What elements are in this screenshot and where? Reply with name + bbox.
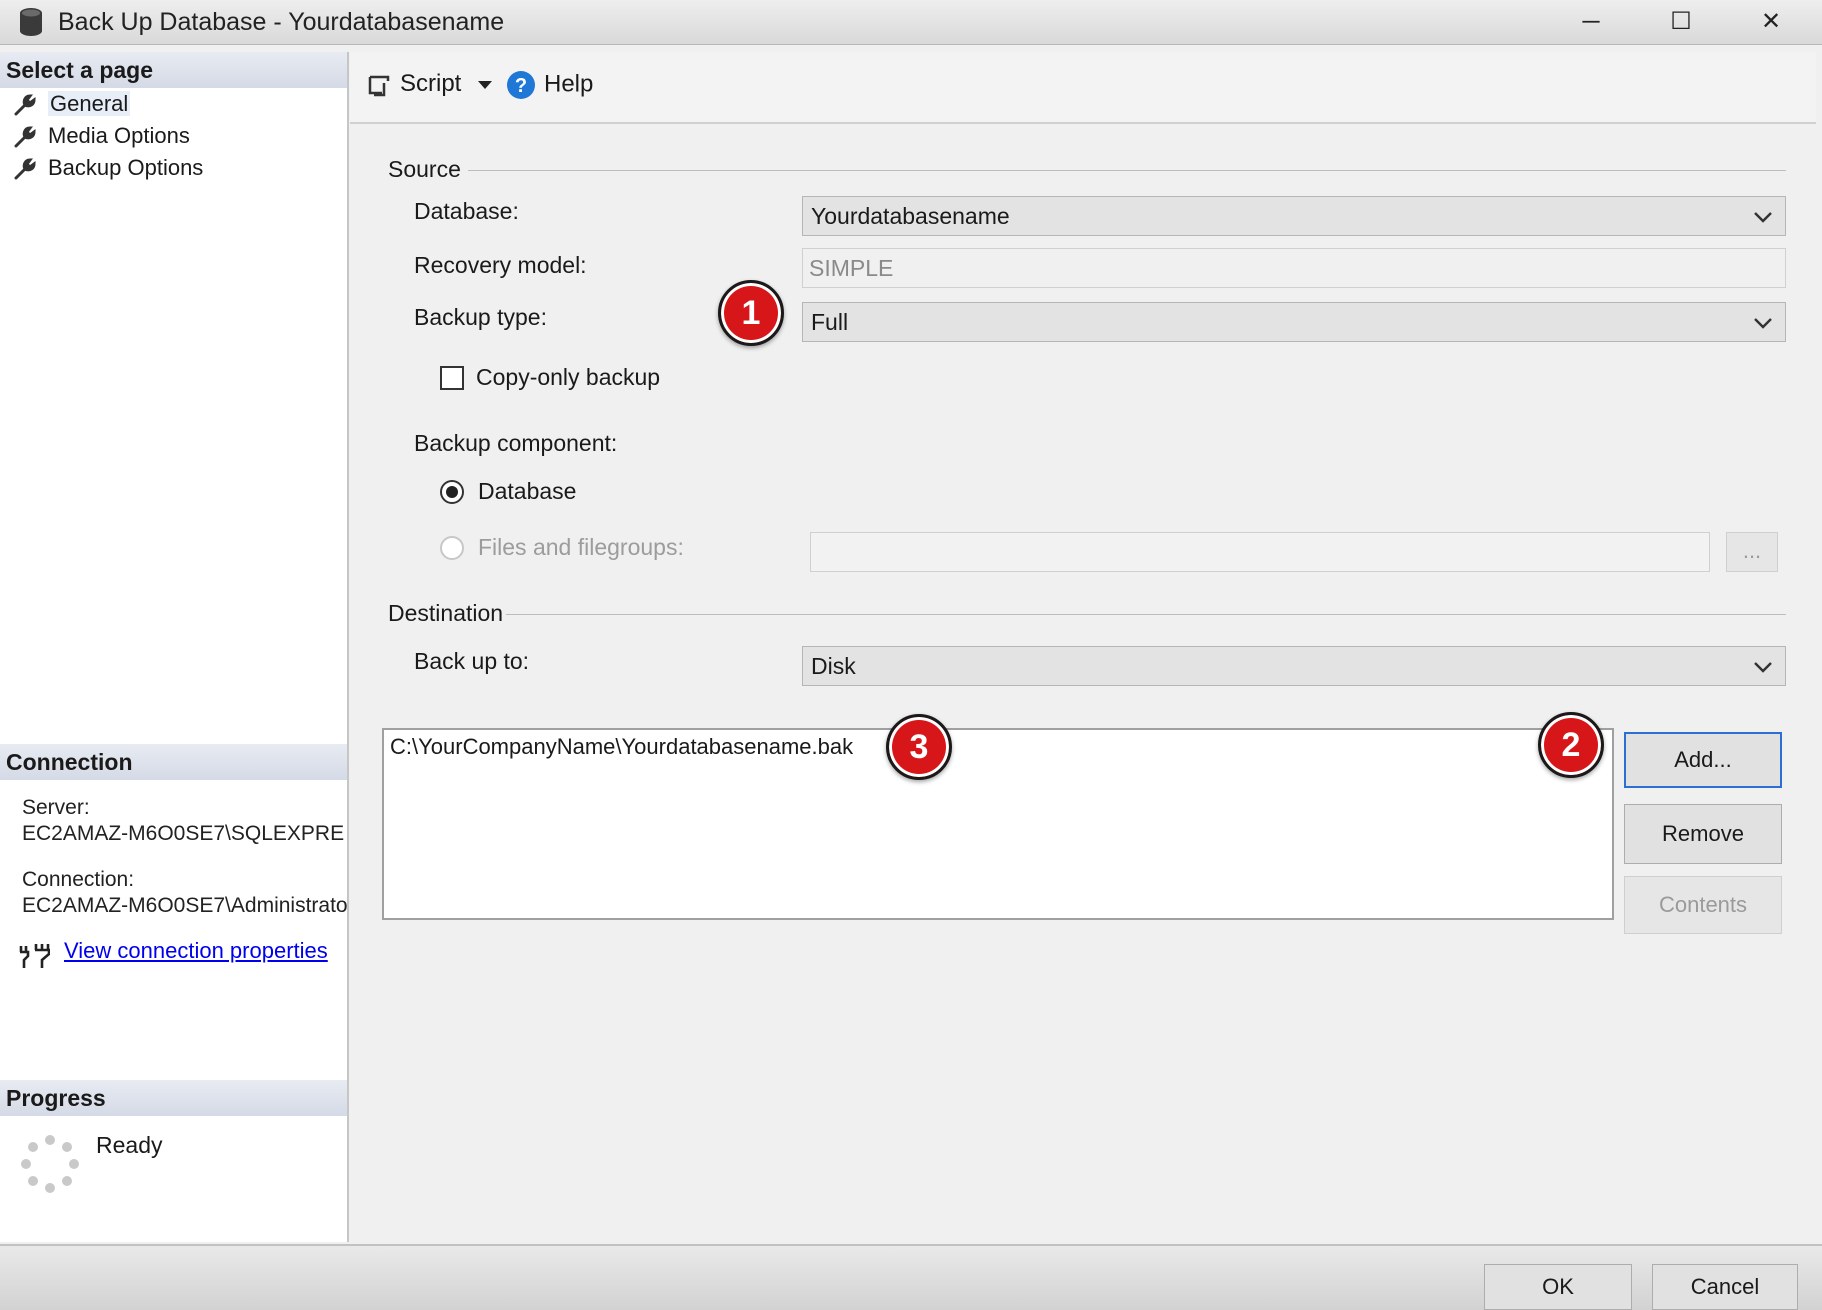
wrench-icon bbox=[14, 158, 36, 180]
database-label: Database: bbox=[414, 198, 519, 224]
cancel-button[interactable]: Cancel bbox=[1652, 1264, 1798, 1310]
annotation-marker-2: 2 bbox=[1538, 712, 1604, 778]
help-label: Help bbox=[544, 70, 594, 98]
backup-type-select-value: Full bbox=[811, 309, 849, 335]
source-group-label: Source bbox=[388, 156, 461, 182]
wrench-icon bbox=[14, 94, 36, 116]
list-item[interactable]: C:\YourCompanyName\Yourdatabasename.bak bbox=[390, 734, 853, 760]
svg-text:?: ? bbox=[515, 75, 527, 97]
script-button[interactable]: Script bbox=[364, 70, 461, 99]
destination-group-line bbox=[506, 614, 1786, 615]
page-item-label: General bbox=[48, 91, 131, 116]
wrench-icon bbox=[14, 126, 36, 148]
select-page-header: Select a page bbox=[0, 52, 347, 88]
page-item-media-options[interactable]: Media Options bbox=[12, 120, 190, 152]
connection-label: Connection: bbox=[22, 868, 135, 891]
annotation-marker-3: 3 bbox=[886, 714, 952, 780]
back-up-to-label: Back up to: bbox=[414, 648, 530, 674]
back-up-to-select-value: Disk bbox=[811, 653, 856, 679]
page-item-general[interactable]: General bbox=[12, 88, 131, 120]
database-select[interactable]: Yourdatabasename bbox=[802, 196, 1786, 236]
dialog-footer: OK Cancel bbox=[0, 1244, 1822, 1310]
chevron-down-icon bbox=[1754, 662, 1772, 673]
connection-plug-icon bbox=[19, 944, 50, 968]
destination-list[interactable]: C:\YourCompanyName\Yourdatabasename.bak bbox=[382, 728, 1614, 920]
maximize-button[interactable]: ☐ bbox=[1646, 2, 1716, 42]
component-database-label: Database bbox=[478, 478, 577, 504]
remove-button[interactable]: Remove bbox=[1624, 804, 1782, 864]
source-group-line bbox=[468, 170, 1786, 171]
annotation-marker-1: 1 bbox=[718, 280, 784, 346]
add-button[interactable]: Add... bbox=[1624, 732, 1782, 788]
filegroups-browse-button[interactable]: ... bbox=[1726, 532, 1778, 572]
back-up-to-select[interactable]: Disk bbox=[802, 646, 1786, 686]
progress-status: Ready bbox=[96, 1132, 163, 1158]
database-select-value: Yourdatabasename bbox=[811, 203, 1010, 229]
connection-header: Connection bbox=[0, 744, 347, 780]
copy-only-label: Copy-only backup bbox=[476, 364, 661, 390]
ok-button[interactable]: OK bbox=[1484, 1264, 1632, 1310]
recovery-model-field: SIMPLE bbox=[802, 248, 1786, 288]
chevron-down-icon bbox=[1754, 318, 1772, 329]
left-pane: Select a page General Media Options Back… bbox=[0, 52, 349, 1242]
page-item-backup-options[interactable]: Backup Options bbox=[12, 152, 203, 184]
view-connection-properties-link[interactable]: View connection properties bbox=[64, 938, 328, 964]
component-database-radio[interactable] bbox=[440, 480, 464, 504]
chevron-down-icon bbox=[1754, 212, 1772, 223]
component-files-label: Files and filegroups: bbox=[478, 534, 684, 560]
server-label: Server: bbox=[22, 796, 90, 819]
spinner-icon bbox=[21, 1135, 79, 1193]
progress-header: Progress bbox=[0, 1080, 347, 1116]
help-button[interactable]: ? Help bbox=[506, 70, 593, 100]
toolbar: Script ? Help bbox=[350, 52, 1816, 124]
script-label: Script bbox=[400, 70, 462, 97]
minimize-button[interactable]: ─ bbox=[1556, 2, 1626, 42]
page-item-label: Media Options bbox=[48, 123, 190, 148]
destination-group-label: Destination bbox=[388, 600, 504, 626]
server-value: EC2AMAZ-M6O0SE7\SQLEXPRE bbox=[22, 822, 345, 845]
recovery-model-label: Recovery model: bbox=[414, 252, 587, 278]
backup-type-label: Backup type: bbox=[414, 304, 547, 330]
contents-button[interactable]: Contents bbox=[1624, 876, 1782, 934]
database-icon bbox=[20, 8, 42, 36]
copy-only-checkbox[interactable] bbox=[440, 366, 464, 390]
page-item-label: Backup Options bbox=[48, 155, 204, 180]
title-bar: Back Up Database - Yourdatabasename ─ ☐ … bbox=[0, 0, 1822, 45]
backup-type-select[interactable]: Full bbox=[802, 302, 1786, 342]
connection-value: EC2AMAZ-M6O0SE7\Administrato bbox=[22, 894, 347, 917]
component-files-radio[interactable] bbox=[440, 536, 464, 560]
close-button[interactable]: ✕ bbox=[1736, 2, 1806, 42]
script-icon bbox=[368, 75, 390, 96]
filegroups-field bbox=[810, 532, 1710, 572]
window-title: Back Up Database - Yourdatabasename bbox=[58, 8, 505, 36]
backup-component-label: Backup component: bbox=[414, 430, 618, 456]
help-icon: ? bbox=[507, 71, 535, 99]
script-dropdown-icon[interactable] bbox=[476, 78, 494, 92]
